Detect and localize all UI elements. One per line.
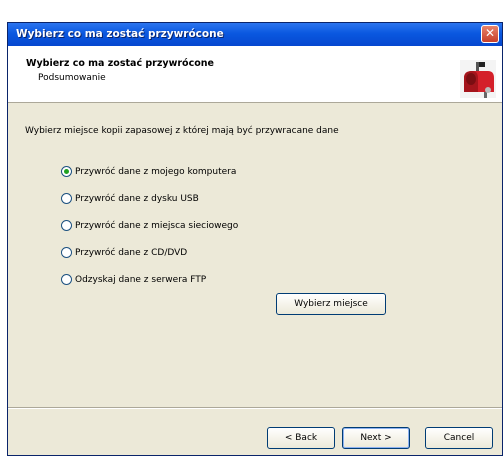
choose-location-button[interactable]: Wybierz miejsce: [276, 293, 386, 315]
restore-wizard-window: Wybierz co ma zostać przywrócone ✕ Wybie…: [7, 22, 503, 456]
radio-option-ftp[interactable]: Odzyskaj dane z serwera FTP: [61, 273, 206, 286]
header-subtitle: Podsumowanie: [38, 73, 106, 83]
radio-option-cd-dvd[interactable]: Przywróć dane z CD/DVD: [61, 246, 187, 259]
close-button[interactable]: ✕: [481, 25, 499, 43]
back-button[interactable]: < Back: [267, 427, 335, 449]
radio-button[interactable]: [61, 193, 72, 204]
mailbox-icon: [460, 60, 496, 98]
instruction-text: Wybierz miejsce kopii zapasowej z której…: [25, 126, 339, 136]
radio-label: Przywróć dane z dysku USB: [75, 193, 199, 204]
wizard-content: Wybierz miejsce kopii zapasowej z której…: [8, 103, 502, 385]
footer-divider: [8, 407, 502, 409]
radio-option-network[interactable]: Przywróć dane z miejsca sieciowego: [61, 219, 238, 232]
title-bar[interactable]: Wybierz co ma zostać przywrócone ✕: [8, 23, 502, 46]
radio-label: Przywróć dane z mojego komputera: [75, 166, 237, 177]
header-title: Wybierz co ma zostać przywrócone: [26, 58, 214, 69]
radio-label: Przywróć dane z CD/DVD: [75, 247, 188, 258]
cancel-button[interactable]: Cancel: [425, 427, 493, 449]
radio-button[interactable]: [61, 274, 72, 285]
wizard-header: Wybierz co ma zostać przywrócone Podsumo…: [8, 46, 502, 103]
close-icon: ✕: [484, 26, 496, 40]
next-button[interactable]: Next >: [342, 427, 410, 449]
radio-option-computer[interactable]: Przywróć dane z mojego komputera: [61, 165, 236, 178]
radio-option-usb[interactable]: Przywróć dane z dysku USB: [61, 192, 199, 205]
window-title: Wybierz co ma zostać przywrócone: [16, 28, 224, 40]
radio-label: Odzyskaj dane z serwera FTP: [75, 274, 207, 285]
radio-button[interactable]: [61, 220, 72, 231]
radio-button-selected[interactable]: [61, 166, 72, 177]
radio-label: Przywróć dane z miejsca sieciowego: [75, 220, 239, 231]
radio-button[interactable]: [61, 247, 72, 258]
